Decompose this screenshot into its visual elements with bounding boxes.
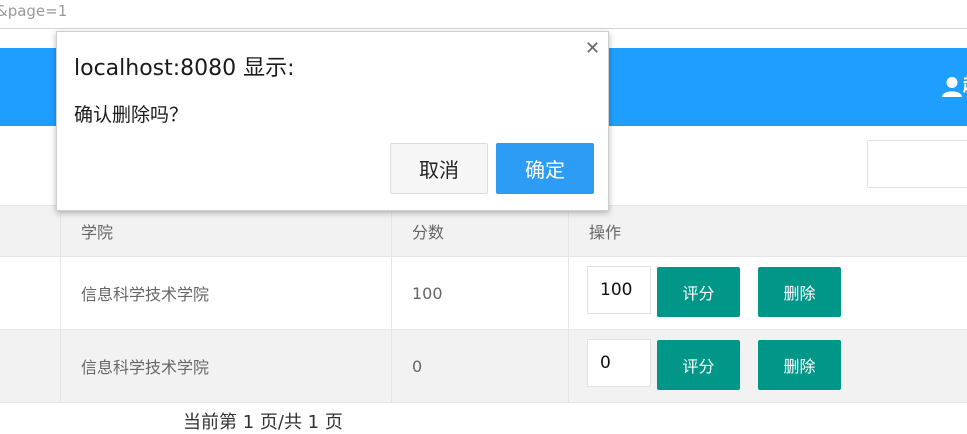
user-icon[interactable] xyxy=(941,76,963,98)
column-header-actions: 操作 xyxy=(568,206,967,256)
address-bar[interactable]: &page=1 xyxy=(0,0,967,29)
college-cell: 信息科学技术学院 xyxy=(60,330,391,402)
score-input[interactable] xyxy=(587,339,651,387)
dialog-title: localhost:8080 显示: xyxy=(74,56,295,81)
cancel-button[interactable]: 取消 xyxy=(390,143,488,194)
rate-button[interactable]: 评分 xyxy=(657,340,740,390)
college-cell: 信息科学技术学院 xyxy=(60,257,391,329)
score-cell: 0 xyxy=(391,330,568,402)
rate-button[interactable]: 评分 xyxy=(657,267,740,317)
table-header-row: 学院 分数 操作 xyxy=(0,205,967,257)
score-input[interactable] xyxy=(587,266,651,314)
search-input[interactable] xyxy=(867,140,967,188)
score-cell: 100 xyxy=(391,257,568,329)
column-header-college: 学院 xyxy=(60,206,391,256)
delete-button[interactable]: 删除 xyxy=(758,267,841,317)
confirm-dialog: localhost:8080 显示: ✕ 确认删除吗？ 取消 确定 xyxy=(56,31,609,211)
pagination-info: 当前第 1 页/共 1 页 xyxy=(183,412,343,433)
close-icon[interactable]: ✕ xyxy=(585,40,600,58)
delete-button[interactable]: 删除 xyxy=(758,340,841,390)
column-header-score: 分数 xyxy=(391,206,568,256)
url-text[interactable]: &page=1 xyxy=(0,2,67,20)
dialog-message: 确认删除吗？ xyxy=(74,104,189,126)
confirm-button[interactable]: 确定 xyxy=(496,143,594,194)
user-name[interactable]: 超 xyxy=(963,73,967,99)
